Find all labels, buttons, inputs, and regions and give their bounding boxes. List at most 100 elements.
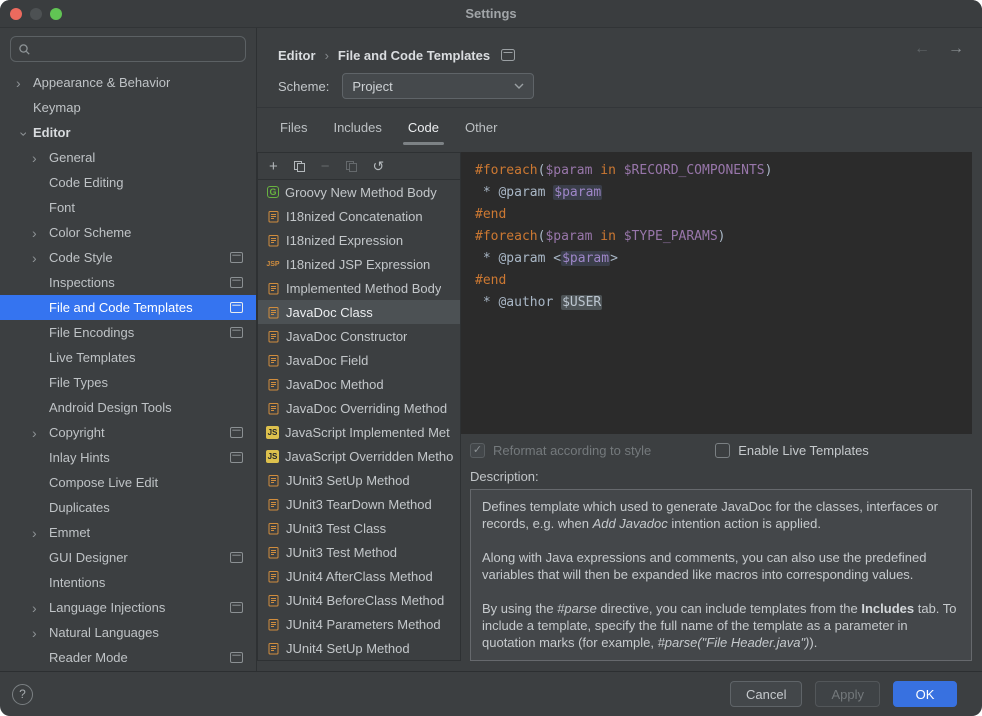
tab-includes[interactable]: Includes (320, 120, 394, 145)
file-template-icon (266, 593, 280, 607)
chevron-right-icon[interactable]: › (32, 600, 49, 616)
template-item-implemented-method-body[interactable]: Implemented Method Body (258, 276, 460, 300)
template-code-editor[interactable]: #foreach($param in $RECORD_COMPONENTS) *… (461, 152, 972, 434)
sidebar-item-android-design-tools[interactable]: Android Design Tools (0, 395, 256, 420)
sidebar-item-appearance-behavior[interactable]: ›Appearance & Behavior (0, 70, 256, 95)
scheme-value: Project (352, 79, 514, 94)
sidebar-item-label: Language Injections (49, 600, 165, 615)
sidebar-item-compose-live-edit[interactable]: Compose Live Edit (0, 470, 256, 495)
sidebar-item-label: Copyright (49, 425, 105, 440)
cancel-button[interactable]: Cancel (730, 681, 802, 707)
sidebar-item-inlay-hints[interactable]: Inlay Hints (0, 445, 256, 470)
help-button[interactable]: ? (12, 684, 33, 705)
tab-files[interactable]: Files (267, 120, 320, 145)
template-item-junit3-teardown-method[interactable]: JUnit3 TearDown Method (258, 492, 460, 516)
sidebar-item-color-scheme[interactable]: ›Color Scheme (0, 220, 256, 245)
chevron-right-icon[interactable]: › (32, 250, 49, 266)
chevron-right-icon[interactable]: › (32, 625, 49, 641)
template-item-javadoc-class[interactable]: JavaDoc Class (258, 300, 460, 324)
sidebar-item-label: Intentions (49, 575, 105, 590)
description-paragraph: Along with Java expressions and comments… (482, 549, 960, 583)
duplicate-icon (345, 160, 358, 173)
sidebar-item-file-encodings[interactable]: File Encodings (0, 320, 256, 345)
template-item-i18nized-expression[interactable]: I18nized Expression (258, 228, 460, 252)
window-title: Settings (465, 6, 516, 21)
back-arrow-icon[interactable]: ← (914, 40, 930, 58)
sidebar-item-keymap[interactable]: Keymap (0, 95, 256, 120)
sidebar-item-inspections[interactable]: Inspections (0, 270, 256, 295)
template-list: GGroovy New Method Body I18nized Concaten… (258, 180, 460, 660)
sidebar-item-intentions[interactable]: Intentions (0, 570, 256, 595)
file-template-icon (266, 209, 280, 223)
sidebar-item-font[interactable]: Font (0, 195, 256, 220)
tab-other[interactable]: Other (452, 120, 511, 145)
template-item-javadoc-method[interactable]: JavaDoc Method (258, 372, 460, 396)
sidebar-item-duplicates[interactable]: Duplicates (0, 495, 256, 520)
template-item-junit3-test-method[interactable]: JUnit3 Test Method (258, 540, 460, 564)
chevron-right-icon[interactable]: › (32, 425, 49, 441)
sidebar-item-emmet[interactable]: ›Emmet (0, 520, 256, 545)
chevron-right-icon[interactable]: › (16, 75, 33, 91)
enable-live-templates-checkbox[interactable]: Enable Live Templates (715, 443, 869, 458)
scheme-select[interactable]: Project (342, 73, 534, 99)
chevron-right-icon[interactable]: › (32, 225, 49, 241)
sidebar-item-code-editing[interactable]: Code Editing (0, 170, 256, 195)
checkbox-unchecked-icon[interactable] (715, 443, 730, 458)
code-line: #end (475, 270, 972, 292)
sidebar-item-natural-languages[interactable]: ›Natural Languages (0, 620, 256, 645)
settings-search[interactable] (10, 36, 246, 62)
sidebar-item-label: Color Scheme (49, 225, 131, 240)
template-item-label: I18nized Concatenation (286, 209, 423, 224)
file-template-icon (266, 473, 280, 487)
zoom-window-icon[interactable] (50, 8, 62, 20)
sidebar-item-reader-mode[interactable]: Reader Mode (0, 645, 256, 670)
template-item-javascript-implemented-met[interactable]: JSJavaScript Implemented Met (258, 420, 460, 444)
sidebar-item-file-types[interactable]: File Types (0, 370, 256, 395)
template-item-i18nized-jsp-expression[interactable]: JSPI18nized JSP Expression (258, 252, 460, 276)
sidebar-item-language-injections[interactable]: ›Language Injections (0, 595, 256, 620)
template-item-junit4-beforeclass-method[interactable]: JUnit4 BeforeClass Method (258, 588, 460, 612)
reset-to-default-icon[interactable]: ↺ (373, 159, 385, 173)
search-input[interactable] (36, 41, 238, 58)
copy-icon[interactable] (293, 160, 306, 173)
template-item-label: JUnit4 Parameters Method (286, 617, 441, 632)
ok-button[interactable]: OK (893, 681, 957, 707)
sidebar-item-file-and-code-templates[interactable]: File and Code Templates (0, 295, 256, 320)
forward-arrow-icon[interactable]: → (948, 40, 964, 58)
template-item-javadoc-constructor[interactable]: JavaDoc Constructor (258, 324, 460, 348)
template-item-label: Implemented Method Body (286, 281, 441, 296)
template-item-junit3-test-class[interactable]: JUnit3 Test Class (258, 516, 460, 540)
template-item-label: I18nized JSP Expression (286, 257, 430, 272)
page-title: File and Code Templates (338, 48, 490, 63)
description-paragraph: Defines template which used to generate … (482, 498, 960, 532)
chevron-right-icon[interactable]: › (32, 150, 49, 166)
description-label: Description: (470, 469, 972, 484)
chevron-down-icon[interactable]: › (17, 125, 33, 142)
sidebar-item-copyright[interactable]: ›Copyright (0, 420, 256, 445)
sidebar-item-code-style[interactable]: ›Code Style (0, 245, 256, 270)
sidebar-item-gui-designer[interactable]: GUI Designer (0, 545, 256, 570)
question-mark-icon: ? (19, 687, 26, 701)
template-item-i18nized-concatenation[interactable]: I18nized Concatenation (258, 204, 460, 228)
sidebar-item-editor[interactable]: ›Editor (0, 120, 256, 145)
breadcrumb-editor[interactable]: Editor (278, 48, 316, 63)
sidebar-item-general[interactable]: ›General (0, 145, 256, 170)
per-project-settings-icon (230, 277, 243, 288)
chevron-right-icon[interactable]: › (32, 525, 49, 541)
sidebar-item-live-templates[interactable]: Live Templates (0, 345, 256, 370)
template-item-junit4-setup-method[interactable]: JUnit4 SetUp Method (258, 636, 460, 660)
sidebar-item-label: Android Design Tools (49, 400, 172, 415)
template-item-junit3-setup-method[interactable]: JUnit3 SetUp Method (258, 468, 460, 492)
template-item-label: JavaDoc Field (286, 353, 368, 368)
tab-code[interactable]: Code (395, 120, 452, 145)
add-icon[interactable]: + (269, 159, 278, 174)
template-item-javascript-overridden-metho[interactable]: JSJavaScript Overridden Metho (258, 444, 460, 468)
template-item-javadoc-field[interactable]: JavaDoc Field (258, 348, 460, 372)
template-item-javadoc-overriding-method[interactable]: JavaDoc Overriding Method (258, 396, 460, 420)
template-item-junit4-afterclass-method[interactable]: JUnit4 AfterClass Method (258, 564, 460, 588)
template-item-groovy-new-method-body[interactable]: GGroovy New Method Body (258, 180, 460, 204)
description-box[interactable]: Defines template which used to generate … (470, 489, 972, 661)
close-window-icon[interactable] (10, 8, 22, 20)
settings-tree: ›Appearance & BehaviorKeymap›Editor›Gene… (0, 70, 256, 671)
template-item-junit4-parameters-method[interactable]: JUnit4 Parameters Method (258, 612, 460, 636)
